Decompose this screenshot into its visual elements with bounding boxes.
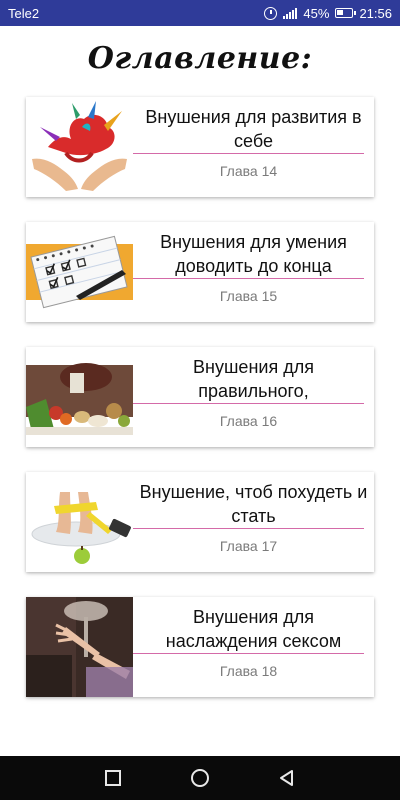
chapter-number: Глава 17 bbox=[219, 538, 278, 554]
chapter-image-hand-on-lamp-bedroom bbox=[26, 597, 133, 697]
chapter-card[interactable]: Внушения для наслаждения сексом Глава 18 bbox=[26, 597, 374, 697]
navigation-bar bbox=[0, 756, 400, 800]
status-bar: Tele2 45% 21:56 bbox=[0, 0, 400, 26]
chapter-number: Глава 14 bbox=[219, 163, 278, 179]
status-indicators: 45% 21:56 bbox=[264, 6, 392, 21]
chapter-card[interactable]: Внушение, чтоб похудеть и стать Глава 17 bbox=[26, 472, 374, 572]
divider bbox=[133, 278, 364, 279]
chapter-number: Глава 18 bbox=[219, 663, 278, 679]
chapter-image-healthy-food bbox=[26, 347, 133, 447]
home-icon[interactable] bbox=[188, 766, 212, 790]
back-icon[interactable] bbox=[275, 766, 299, 790]
carrier-label: Tele2 bbox=[8, 5, 40, 21]
chapter-title: Внушения для наслаждения сексом bbox=[165, 607, 342, 651]
alarm-icon bbox=[264, 6, 278, 20]
chapter-card-body: Внушение, чтоб похудеть и стать Глава 17 bbox=[133, 472, 374, 572]
chapter-number: Глава 16 bbox=[219, 413, 278, 429]
header: Оглавление: bbox=[0, 26, 400, 90]
divider bbox=[133, 653, 364, 654]
divider bbox=[133, 403, 364, 404]
battery-icon bbox=[335, 8, 357, 18]
chapter-title: Внушения для умения доводить до конца bbox=[160, 232, 347, 276]
chapter-image-hands-paint-splash bbox=[26, 97, 133, 197]
chapter-card-body: Внушения для развития в себе Глава 14 bbox=[133, 97, 374, 197]
chapter-title: Внушения для правильного, bbox=[193, 357, 314, 401]
recent-apps-icon[interactable] bbox=[101, 766, 125, 790]
page-title: Оглавление: bbox=[87, 40, 313, 76]
chapter-card[interactable]: Внушения для правильного, Глава 16 bbox=[26, 347, 374, 447]
divider bbox=[133, 528, 364, 529]
chapter-title: Внушение, чтоб похудеть и стать bbox=[139, 482, 368, 526]
chapter-list: Внушения для развития в себе Глава 14 Вн… bbox=[26, 97, 374, 722]
chapter-card-body: Внушения для правильного, Глава 16 bbox=[133, 347, 374, 447]
chapter-card[interactable]: Внушения для умения доводить до конца Гл… bbox=[26, 222, 374, 322]
chapter-image-checklist-notebook bbox=[26, 222, 133, 322]
chapter-number: Глава 15 bbox=[219, 288, 278, 304]
chapter-title: Внушения для развития в себе bbox=[145, 107, 362, 151]
battery-percent: 45% bbox=[303, 5, 330, 21]
chapter-card[interactable]: Внушения для развития в себе Глава 14 bbox=[26, 97, 374, 197]
chapter-card-body: Внушения для умения доводить до конца Гл… bbox=[133, 222, 374, 322]
clock: 21:56 bbox=[359, 5, 392, 21]
signal-icon bbox=[283, 7, 298, 19]
chapter-image-scale-measuring-tape bbox=[26, 472, 133, 572]
chapter-card-body: Внушения для наслаждения сексом Глава 18 bbox=[133, 597, 374, 697]
divider bbox=[133, 153, 364, 154]
